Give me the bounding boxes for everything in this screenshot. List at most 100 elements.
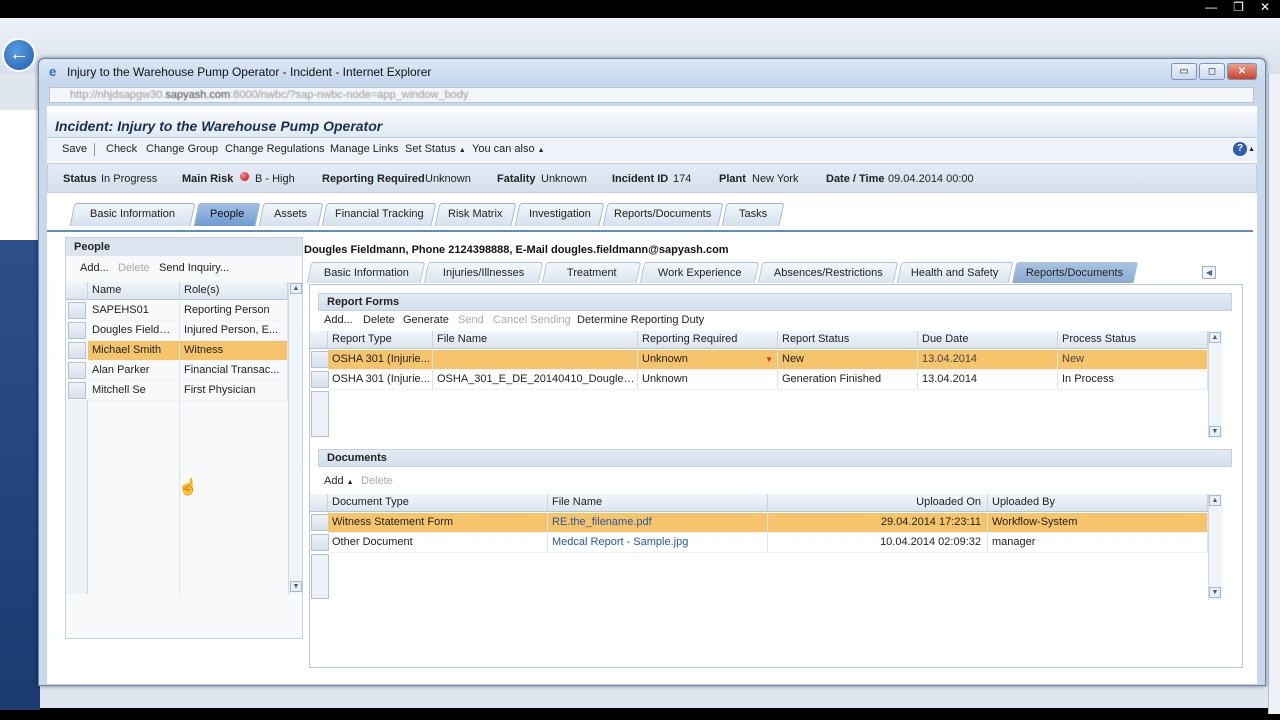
person-name-cell[interactable]: Alan Parker [88, 361, 180, 381]
person-name-cell[interactable]: SAPEHS01 [88, 301, 180, 321]
subtab-basic-information[interactable]: Basic Information [306, 262, 426, 283]
send-button[interactable]: Send [458, 314, 484, 326]
document-column-header[interactable]: Uploaded On [768, 494, 988, 512]
delete-person-button[interactable]: Delete [118, 262, 150, 274]
report-scrollbar[interactable] [1208, 331, 1222, 438]
tab-reports-documents[interactable]: Reports/Documents [602, 203, 724, 226]
delete-report-button[interactable]: Delete [363, 314, 395, 326]
document-column-header[interactable]: Uploaded By [988, 494, 1208, 512]
tab-investigation[interactable]: Investigation [514, 203, 605, 226]
tab-people[interactable]: People [193, 203, 261, 226]
add-document-menu[interactable]: Add ▲ [324, 475, 354, 487]
change-group-button[interactable]: Change Group [146, 143, 218, 155]
document-cell[interactable]: 29.04.2014 17:23:11 [768, 513, 988, 533]
document-column-header[interactable]: Document Type [328, 494, 548, 512]
subtab-injuries-illnesses[interactable]: Injuries/Illnesses [423, 262, 544, 283]
determine-reporting-duty-button[interactable]: Determine Reporting Duty [577, 314, 704, 326]
report-column-header[interactable]: Reporting Required [638, 331, 778, 349]
tab-basic-information[interactable]: Basic Information [69, 203, 196, 226]
you-can-also-menu[interactable]: You can also ▲ [472, 143, 545, 155]
cancel-sending-button[interactable]: Cancel Sending [493, 314, 571, 326]
tab-assets[interactable]: Assets [258, 203, 324, 226]
row-selector[interactable] [311, 371, 329, 388]
maximize-button[interactable]: ◻ [1199, 63, 1225, 80]
person-name-cell[interactable]: Dougles Fieldmann [88, 321, 180, 341]
report-column-header[interactable]: Due Date [918, 331, 1058, 349]
report-cell[interactable]: Generation Finished [778, 370, 918, 390]
help-icon[interactable]: ? [1233, 142, 1247, 156]
subtab-reports-documents[interactable]: Reports/Documents [1011, 262, 1139, 283]
scroll-up-icon[interactable]: ▲ [290, 283, 302, 294]
report-cell[interactable]: 13.04.2014 [918, 350, 1058, 370]
report-cell[interactable] [433, 350, 638, 370]
person-role-cell[interactable]: Reporting Person [180, 301, 288, 321]
manage-links-button[interactable]: Manage Links [330, 143, 399, 155]
row-selector[interactable] [311, 351, 329, 368]
report-column-header[interactable]: Report Status [778, 331, 918, 349]
dropdown-arrow-icon[interactable]: ▼ [765, 350, 773, 369]
save-button[interactable]: Save [62, 143, 87, 155]
restore-icon[interactable]: ❐ [1233, 0, 1244, 18]
row-selector[interactable] [68, 382, 86, 399]
report-cell[interactable]: New [1058, 350, 1208, 370]
report-cell[interactable]: OSHA 301 (Injurie... [328, 350, 433, 370]
person-role-cell[interactable]: Witness [180, 341, 288, 361]
minimize-icon[interactable]: — [1205, 0, 1217, 18]
tab-risk-matrix[interactable]: Risk Matrix [434, 203, 517, 226]
tab-scroll-left-icon[interactable]: ◀ [1202, 266, 1216, 279]
subtab-health-and-safety[interactable]: Health and Safety [896, 262, 1014, 283]
document-column-header[interactable]: File Name [548, 494, 768, 512]
generate-button[interactable]: Generate [403, 314, 449, 326]
close-button[interactable]: ✕ [1227, 63, 1257, 80]
document-file-link[interactable]: Medcal Report - Sample.jpg [548, 533, 768, 553]
row-selector[interactable] [68, 362, 86, 379]
report-cell[interactable]: Unknown ▼ [638, 350, 778, 370]
document-cell[interactable]: Other Document [328, 533, 548, 553]
address-bar[interactable]: http://nhjdsapgw30.sapyash.com:8000/nwbc… [49, 87, 1254, 103]
row-selector[interactable] [68, 302, 86, 319]
report-cell[interactable]: OSHA_301_E_DE_20140410_Dougles... [433, 370, 638, 390]
subtab-absences-restrictions[interactable]: Absences/Restrictions [757, 262, 899, 283]
document-cell[interactable]: manager [988, 533, 1208, 553]
close-icon[interactable]: ✕ [1260, 0, 1270, 18]
people-scrollbar[interactable]: ▲ ▼ [288, 282, 302, 594]
row-selector-header[interactable] [310, 494, 328, 512]
report-cell[interactable]: Unknown [638, 370, 778, 390]
report-cell[interactable]: 13.04.2014 [918, 370, 1058, 390]
help-caret-icon[interactable]: ▲ [1248, 146, 1255, 153]
row-selector[interactable] [311, 514, 329, 531]
subtab-treatment[interactable]: Treatment [541, 262, 642, 283]
tab-financial-tracking[interactable]: Financial Tracking [321, 203, 437, 226]
report-column-header[interactable]: Process Status [1058, 331, 1208, 349]
report-column-header[interactable]: Report Type [328, 331, 433, 349]
person-role-cell[interactable]: First Physician [180, 381, 288, 401]
minimize-button[interactable]: ▭ [1171, 63, 1197, 80]
person-role-cell[interactable]: Financial Transac... [180, 361, 288, 381]
person-role-cell[interactable]: Injured Person, E... [180, 321, 288, 341]
document-cell[interactable]: Workflow-System [988, 513, 1208, 533]
document-cell[interactable]: Witness Statement Form [328, 513, 548, 533]
row-selector-header[interactable] [66, 282, 88, 300]
report-cell[interactable]: OSHA 301 (Injurie... [328, 370, 433, 390]
background-scrollbar[interactable] [1268, 74, 1280, 714]
row-selector-header[interactable] [310, 331, 328, 349]
add-person-button[interactable]: Add... [80, 262, 109, 274]
row-selector[interactable] [68, 342, 86, 359]
report-cell[interactable]: New [778, 350, 918, 370]
report-cell[interactable]: In Process [1058, 370, 1208, 390]
delete-document-button[interactable]: Delete [361, 475, 393, 487]
column-header-roles[interactable]: Role(s) [180, 282, 288, 300]
person-name-cell[interactable]: Michael Smith [88, 341, 180, 361]
send-inquiry-button[interactable]: Send Inquiry... [159, 262, 229, 274]
documents-scrollbar[interactable] [1208, 494, 1222, 600]
add-report-button[interactable]: Add... [324, 314, 353, 326]
scroll-up-icon[interactable]: ▲ [1209, 332, 1221, 343]
report-column-header[interactable]: File Name [433, 331, 638, 349]
row-selector[interactable] [311, 534, 329, 551]
row-selector[interactable] [68, 322, 86, 339]
scroll-down-icon[interactable]: ▼ [1209, 587, 1221, 598]
check-button[interactable]: Check [106, 143, 137, 155]
scroll-down-icon[interactable]: ▼ [290, 581, 302, 592]
scroll-up-icon[interactable]: ▲ [1209, 495, 1221, 506]
scroll-down-icon[interactable]: ▼ [1209, 426, 1221, 437]
